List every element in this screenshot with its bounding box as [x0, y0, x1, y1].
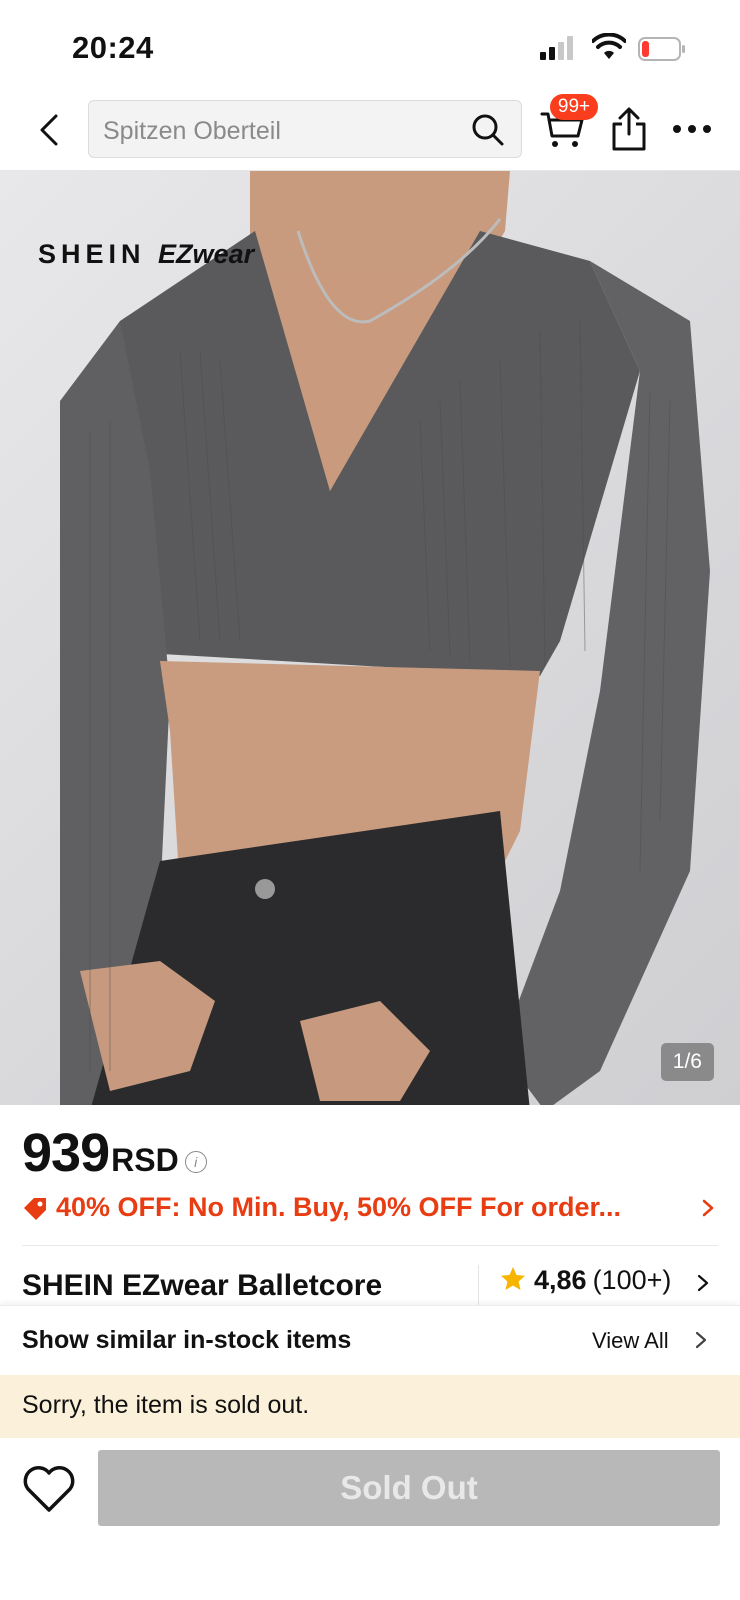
price-row: 939RSD i — [22, 1122, 207, 1183]
back-button[interactable] — [30, 110, 70, 150]
similar-items-title: Show similar in-stock items — [22, 1326, 352, 1354]
product-title-row: SHEIN EZwear Balletcore 4,86 (100+) — [0, 1255, 740, 1305]
product-rating[interactable]: 4,86 (100+) — [500, 1265, 671, 1295]
search-placeholder: Spitzen Oberteil — [103, 117, 281, 145]
sold-out-button[interactable]: Sold Out — [98, 1450, 720, 1526]
chevron-right-icon — [697, 1274, 709, 1292]
sold-out-notice: Sorry, the item is sold out. — [0, 1375, 740, 1438]
sold-out-message: Sorry, the item is sold out. — [22, 1391, 310, 1419]
price-currency: RSD — [111, 1142, 179, 1178]
wifi-icon — [592, 33, 626, 59]
search-input[interactable]: Spitzen Oberteil — [88, 100, 522, 158]
price-amount: 939 — [22, 1123, 110, 1183]
product-photo — [60, 171, 710, 1105]
chevron-right-icon[interactable] — [694, 1330, 708, 1350]
view-all-link[interactable]: View All — [592, 1328, 669, 1354]
status-time: 20:24 — [72, 30, 154, 65]
search-icon[interactable] — [471, 113, 505, 147]
similar-items-bar: Show similar in-stock items View All — [0, 1305, 740, 1376]
price-tag-icon — [24, 1198, 46, 1220]
brand-watermark-sub: EZwear — [158, 239, 255, 269]
battery-icon — [638, 37, 685, 61]
brand-watermark: SHEIN EZwear — [38, 239, 254, 270]
wishlist-heart-icon[interactable] — [22, 1464, 76, 1514]
bottom-action-bar: Sold Out — [0, 1438, 740, 1600]
top-navigation-bar: Spitzen Oberteil 99+ — [0, 90, 740, 171]
product-image-gallery[interactable]: SHEIN EZwear 1/6 — [0, 171, 740, 1105]
divider — [22, 1245, 718, 1246]
image-counter: 1/6 — [660, 1043, 714, 1081]
rating-count: (100+) — [592, 1265, 672, 1295]
cart-count-badge: 99+ — [550, 94, 598, 120]
more-options-icon[interactable] — [672, 118, 712, 140]
star-icon — [501, 1267, 525, 1290]
brand-watermark-main: SHEIN — [38, 239, 146, 269]
status-bar: 20:24 — [0, 0, 740, 90]
cellular-signal-icon — [540, 36, 574, 60]
rating-value: 4,86 — [534, 1265, 587, 1295]
price-info-icon[interactable]: i — [184, 1151, 207, 1173]
chevron-right-icon — [702, 1199, 714, 1217]
product-title: SHEIN EZwear Balletcore — [22, 1269, 383, 1302]
divider — [478, 1265, 479, 1305]
share-icon[interactable] — [608, 106, 650, 152]
promotion-text: 40% OFF: No Min. Buy, 50% OFF For order.… — [56, 1192, 622, 1222]
promotion-banner[interactable]: 40% OFF: No Min. Buy, 50% OFF For order.… — [22, 1190, 720, 1230]
